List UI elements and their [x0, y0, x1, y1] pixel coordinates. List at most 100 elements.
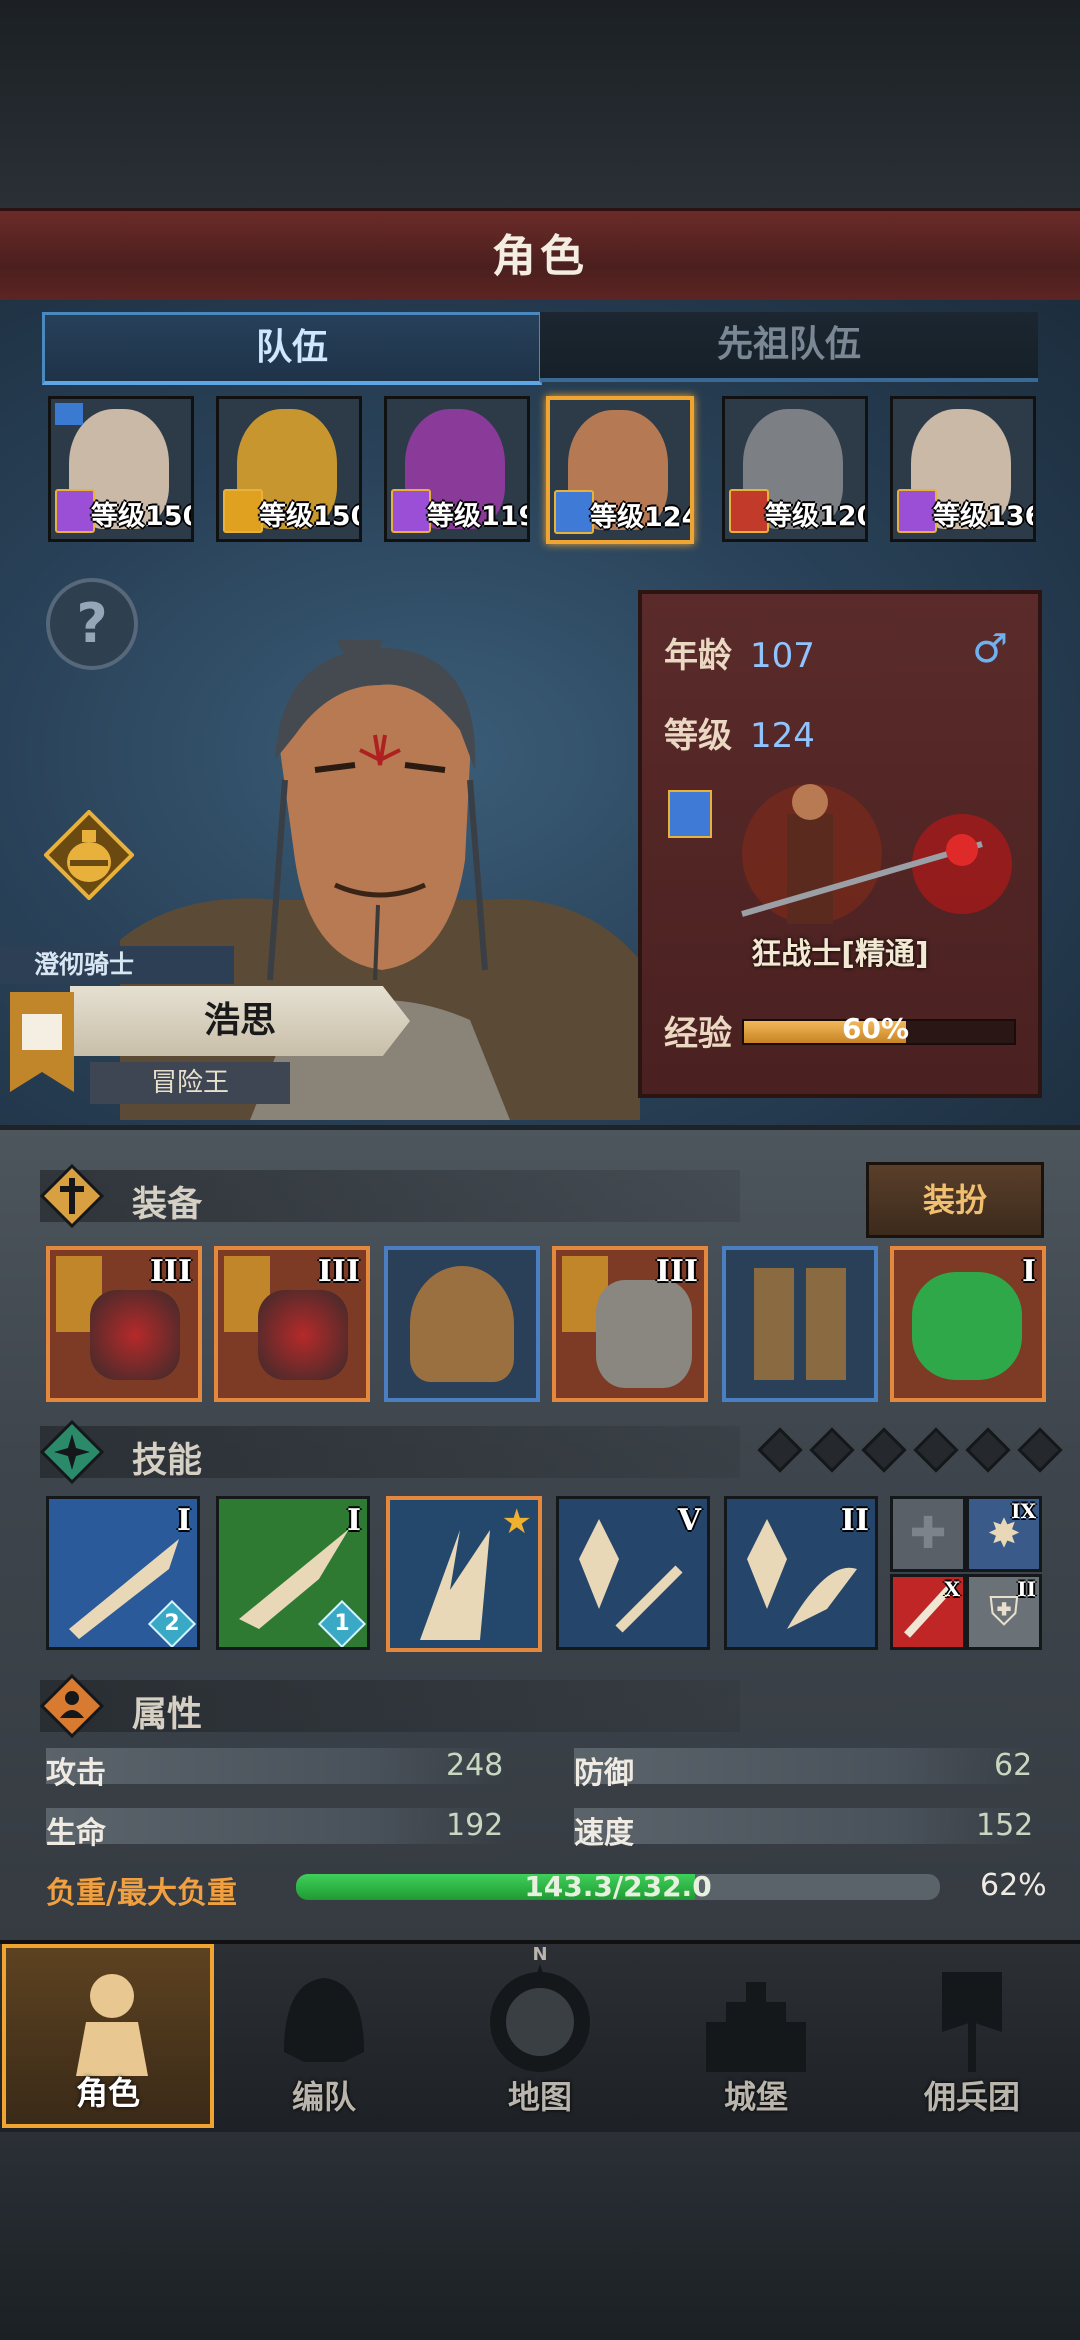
attr-bar — [46, 1808, 506, 1844]
class-name: 狂战士[精通] — [751, 937, 929, 972]
nav-label: 佣兵团 — [923, 2078, 1020, 2116]
order-label: 澄彻骑士 — [0, 946, 234, 984]
team-member-5[interactable]: 等级120 — [722, 396, 868, 542]
skill-slot-5[interactable]: II — [724, 1496, 878, 1650]
team-member-2[interactable]: 等级150 — [216, 396, 362, 542]
level-label: 等级150 — [259, 501, 362, 532]
nav-label: 城堡 — [723, 2078, 788, 2116]
team-member-3[interactable]: 等级119 — [384, 396, 530, 542]
top-backdrop — [0, 0, 1080, 210]
tier-label: III — [655, 1254, 698, 1289]
mercenary-banner-icon — [942, 1972, 1002, 2072]
level-label: 等级120 — [765, 501, 868, 532]
skill-slot-3[interactable]: ★ — [386, 1496, 542, 1652]
passive-slot-empty[interactable]: ✚ — [890, 1496, 966, 1572]
bottom-backdrop — [0, 2132, 1080, 2340]
equip-slot-boots[interactable] — [722, 1246, 878, 1402]
nav-label: 编队 — [291, 2078, 356, 2116]
equip-slot-helmet[interactable] — [384, 1246, 540, 1402]
level-label: 等级119 — [427, 501, 530, 532]
hp-label: 生命 — [46, 1816, 106, 1851]
banner-icon — [10, 992, 74, 1092]
speed-label: 速度 — [574, 1816, 634, 1851]
skill-slot-4[interactable]: V — [556, 1496, 710, 1650]
nav-mercenary[interactable]: 佣兵团 — [866, 1944, 1078, 2128]
tier-label: III — [149, 1254, 192, 1289]
equip-slot-weapon-1[interactable]: III — [46, 1246, 202, 1402]
team-member-1[interactable]: 等级150 — [48, 396, 194, 542]
exp-label: 经验 — [664, 1014, 732, 1054]
skill-slot-1[interactable]: I 2 — [46, 1496, 200, 1650]
staff-icon — [391, 489, 431, 533]
passive-slot-burst[interactable]: ✸ IX — [966, 1496, 1042, 1572]
tier-label: II — [840, 1503, 869, 1538]
male-icon: ♂ — [972, 626, 1008, 672]
diamond-icon — [809, 1427, 855, 1473]
castle-icon — [706, 1982, 806, 2072]
attributes-title: 属性 — [132, 1695, 203, 1735]
team-member-6[interactable]: 等级136 — [890, 396, 1036, 542]
speed-value: 152 — [976, 1808, 1034, 1843]
load-label: 负重/最大负重 — [46, 1876, 237, 1911]
axe-icon — [258, 1290, 348, 1380]
diamond-icon — [861, 1427, 907, 1473]
attr-bar — [46, 1748, 506, 1784]
compass-icon — [490, 1964, 590, 2072]
diamond-icon — [913, 1427, 959, 1473]
equip-slot-weapon-2[interactable]: III — [214, 1246, 370, 1402]
tier-label: IX — [1011, 1499, 1036, 1523]
tier-label: I — [1021, 1254, 1036, 1289]
attributes-icon — [40, 1674, 104, 1738]
jade-amulet-icon — [912, 1272, 1022, 1380]
attack-value: 248 — [446, 1748, 504, 1783]
star-icon: ★ — [501, 1502, 532, 1542]
level-label: 等级 — [664, 716, 732, 756]
skill-slot-2[interactable]: I 1 — [216, 1496, 370, 1650]
attr-bar — [574, 1808, 1034, 1844]
nav-formation[interactable]: 编队 — [218, 1944, 430, 2128]
level-label: 等级150 — [91, 501, 194, 532]
nav-map[interactable]: N 地图 — [434, 1944, 646, 2128]
equip-slot-armor[interactable]: III — [552, 1246, 708, 1402]
tab-ancestor-team[interactable]: 先祖队伍 — [540, 312, 1038, 382]
passive-slot-shield[interactable]: ⛨ II — [966, 1574, 1042, 1650]
page-title: 角色 — [0, 208, 1080, 307]
horse-icon — [729, 489, 769, 533]
load-percent: 62% — [980, 1868, 1047, 1903]
diamond-icon — [757, 1427, 803, 1473]
level-label: 等级124 — [590, 502, 694, 533]
flag-icon — [55, 403, 83, 425]
diamond-icon — [1017, 1427, 1063, 1473]
skills-icon — [40, 1420, 104, 1484]
nav-castle[interactable]: 城堡 — [650, 1944, 862, 2128]
exp-percent: 60% — [842, 1012, 910, 1045]
team-member-4-selected[interactable]: 等级124 — [546, 396, 694, 544]
nav-label: 角色 — [75, 2074, 140, 2112]
dress-up-button[interactable]: 装扮 — [866, 1162, 1044, 1238]
equipment-icon — [40, 1164, 104, 1228]
skills-title: 技能 — [132, 1441, 203, 1481]
character-info-card: 年龄 107 ♂ 等级 124 狂战士[精通] 经验 60% — [638, 590, 1042, 1098]
attack-label: 攻击 — [46, 1756, 106, 1791]
tier-label: X — [944, 1577, 960, 1601]
age-label: 年龄 — [664, 636, 732, 676]
shield-icon — [223, 489, 263, 533]
load-text: 143.3/232.0 — [524, 1870, 712, 1903]
equip-slot-amulet[interactable]: I — [890, 1246, 1046, 1402]
axe-icon — [90, 1290, 180, 1380]
passive-slot-sword[interactable]: X — [890, 1574, 966, 1650]
tier-label: V — [677, 1503, 701, 1538]
sword-icon — [554, 490, 594, 534]
equipment-title: 装备 — [132, 1185, 203, 1225]
charge-count: 1 — [334, 1611, 350, 1636]
tab-team[interactable]: 队伍 — [42, 312, 542, 385]
level-value: 124 — [750, 716, 815, 756]
sword-icon — [668, 790, 712, 838]
tier-label: I — [176, 1503, 191, 1538]
nav-character[interactable]: 角色 — [2, 1944, 214, 2128]
tier-label: I — [346, 1503, 361, 1538]
nav-label: 地图 — [507, 2078, 572, 2116]
staff-icon — [897, 489, 937, 533]
character-name[interactable]: 浩思 — [70, 986, 410, 1056]
tier-label: II — [1017, 1577, 1036, 1601]
